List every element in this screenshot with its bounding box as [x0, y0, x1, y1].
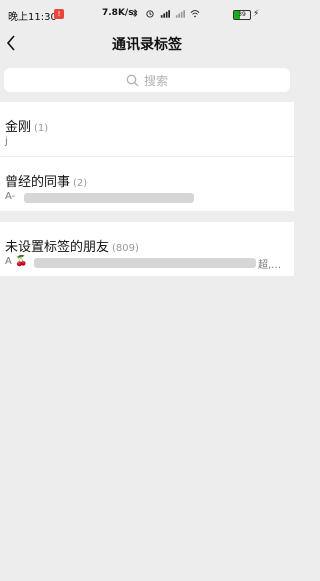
search-bar: 搜索: [0, 58, 294, 100]
signal-2-icon: [175, 10, 185, 18]
tag-list-1: 金刚 (1) j 曾经的同事 (2) A-: [0, 102, 294, 211]
tag-title: 曾经的同事 (2): [5, 171, 87, 190]
tag-members: j: [5, 136, 8, 147]
tag-name: 未设置标签的朋友: [5, 240, 110, 255]
page-title: 通讯录标签: [112, 37, 182, 53]
status-time: 晚上11:30: [8, 12, 57, 23]
wifi-icon: [190, 10, 200, 18]
search-placeholder: 搜索: [143, 73, 168, 88]
tag-name: 金刚: [5, 120, 32, 135]
search-input[interactable]: 搜索: [4, 68, 290, 92]
signal-icon: [160, 10, 170, 18]
bluetooth-icon: [132, 9, 138, 18]
tag-members: A 🍒: [5, 256, 28, 267]
redacted-members: [24, 193, 194, 203]
tag-count: (809): [112, 243, 139, 254]
tag-group-jingang[interactable]: 金刚 (1) j: [0, 102, 294, 157]
alarm-icon: [146, 10, 154, 18]
tag-list-2: 未设置标签的朋友 (809) A 🍒 超,…: [0, 222, 294, 276]
tag-title: 金刚 (1): [5, 116, 48, 135]
net-speed: 7.8K/s: [102, 8, 134, 18]
notification-icon: !: [54, 9, 64, 19]
tag-members-tail: 超,…: [258, 260, 282, 271]
charging-icon: ⚡: [253, 9, 260, 19]
battery-level: 39: [238, 11, 246, 18]
redacted-members: [34, 258, 256, 268]
tag-count: (1): [34, 123, 49, 134]
nav-bar: 通讯录标签: [0, 28, 294, 58]
tag-name: 曾经的同事: [5, 175, 71, 190]
tag-group-former-colleagues[interactable]: 曾经的同事 (2) A-: [0, 157, 294, 211]
tag-members: A-: [5, 191, 16, 202]
tag-title: 未设置标签的朋友 (809): [5, 236, 139, 255]
battery-icon: 39: [233, 10, 251, 20]
tag-count: (2): [73, 178, 88, 189]
status-bar: 晚上11:30 ! 7.8K/s 39 ⚡: [0, 0, 294, 28]
tag-group-untagged-friends[interactable]: 未设置标签的朋友 (809) A 🍒 超,…: [0, 222, 294, 276]
search-icon: [126, 74, 139, 86]
